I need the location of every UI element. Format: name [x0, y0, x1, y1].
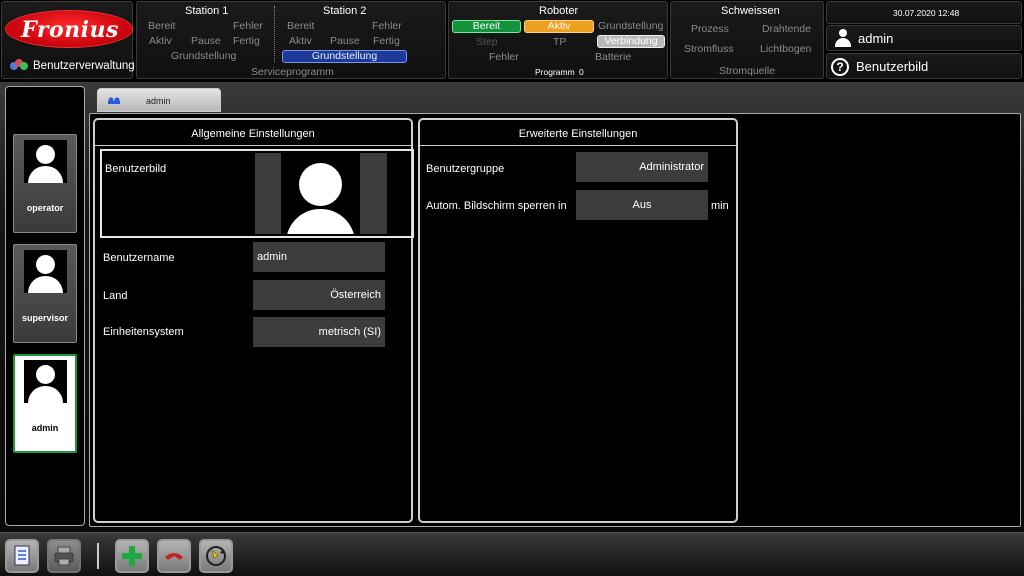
header-bar: Fronius Benutzerverwaltung Station 1 Ber…	[0, 0, 1024, 82]
current-user-button[interactable]: admin	[826, 25, 1022, 51]
user-tile-label: admin	[31, 423, 59, 433]
refresh-icon	[206, 546, 226, 566]
station1-bereit: Bereit	[148, 20, 176, 32]
printer-icon	[54, 546, 74, 566]
einheitensystem-select[interactable]: metrisch (SI)	[253, 317, 385, 347]
advanced-settings-box: Erweiterte Einstellungen Benutzergruppe …	[418, 118, 738, 523]
avatar	[24, 140, 67, 183]
auto-lock-label: Autom. Bildschirm sperren in	[426, 200, 567, 212]
station1-pause: Pause	[191, 35, 221, 47]
serviceprogramm-label: Serviceprogramm	[251, 66, 334, 78]
station2-title: Station 2	[323, 5, 367, 17]
welding-lichtbogen: Lichtbogen	[760, 43, 812, 55]
station2-grundstellung-badge: Grundstellung	[282, 50, 407, 63]
users-icon	[10, 59, 28, 73]
user-picture	[281, 153, 360, 234]
robot-aktiv-badge: Aktiv	[524, 20, 594, 33]
robot-verbindung-badge: Verbindung	[597, 35, 665, 48]
help-icon: ?	[831, 58, 849, 76]
einheitensystem-label: Einheitensystem	[103, 326, 184, 338]
welding-stromfluss: Stromfluss	[684, 43, 734, 55]
datetime-panel: 30.07.2020 12:48	[826, 1, 1022, 24]
add-user-button[interactable]	[115, 539, 149, 573]
land-label: Land	[103, 290, 128, 302]
print-button[interactable]	[47, 539, 81, 573]
robot-status-panel: Roboter Bereit Aktiv Grundstellung Step …	[448, 1, 668, 79]
divider	[420, 145, 736, 146]
benutzerbild-button-label: Benutzerbild	[856, 59, 929, 74]
robot-programm-value: 0	[579, 67, 584, 77]
benutzername-field[interactable]: admin	[253, 242, 385, 272]
toolbar-separator	[97, 543, 99, 569]
auto-lock-select[interactable]: Aus	[576, 190, 708, 220]
user-icon	[834, 29, 852, 47]
welding-stromquelle: Stromquelle	[719, 65, 776, 77]
station1-fertig: Fertig	[233, 35, 260, 47]
user-tile-admin[interactable]: admin	[13, 354, 77, 453]
station-divider	[274, 6, 275, 62]
benutzerbild-button[interactable]: ? Benutzerbild	[826, 53, 1022, 79]
user-list-sidebar: operator supervisor admin	[5, 86, 85, 526]
app-name: Benutzerverwaltung	[10, 59, 135, 73]
user-tile-operator[interactable]: operator	[13, 134, 77, 233]
robot-programm-label: Programm	[535, 67, 575, 77]
welding-title: Schweissen	[721, 5, 780, 17]
benutzergruppe-select[interactable]: Administrator	[576, 152, 708, 182]
welding-prozess: Prozess	[691, 23, 729, 35]
main-area: operator supervisor admin admin Allgemei…	[0, 82, 1024, 532]
robot-step: Step	[476, 36, 498, 48]
auto-lock-unit: min	[711, 200, 729, 212]
robot-tp: TP	[553, 36, 567, 48]
tab-label: admin	[146, 96, 171, 106]
station1-fehler: Fehler	[233, 20, 263, 32]
station2-bereit: Bereit	[287, 20, 315, 32]
user-group-icon	[108, 97, 120, 104]
robot-title: Roboter	[539, 5, 579, 17]
avatar	[24, 250, 67, 293]
avatar	[24, 360, 67, 403]
tab-admin[interactable]: admin	[97, 88, 221, 112]
refresh-button[interactable]	[199, 539, 233, 573]
advanced-settings-title: Erweiterte Einstellungen	[518, 128, 638, 140]
delete-icon	[165, 553, 183, 560]
station1-grundstellung: Grundstellung	[171, 50, 237, 62]
datetime: 30.07.2020 12:48	[893, 8, 960, 18]
add-icon	[122, 546, 142, 566]
station2-aktiv: Aktiv	[289, 35, 312, 47]
benutzername-label: Benutzername	[103, 252, 175, 264]
station1-title: Station 1	[185, 5, 229, 17]
settings-content: Allgemeine Einstellungen Benutzerbild Be…	[89, 113, 1021, 527]
welding-status-panel: Schweissen Prozess Drahtende Stromfluss …	[670, 1, 824, 79]
fronius-logo: Fronius	[5, 10, 133, 48]
welding-drahtende: Drahtende	[762, 23, 812, 35]
station1-aktiv: Aktiv	[149, 35, 172, 47]
benutzerbild-row[interactable]: Benutzerbild	[100, 149, 414, 238]
logo-panel: Fronius Benutzerverwaltung	[1, 1, 135, 79]
user-tile-supervisor[interactable]: supervisor	[13, 244, 77, 343]
station2-fehler: Fehler	[372, 20, 402, 32]
robot-bereit-badge: Bereit	[452, 20, 521, 33]
benutzergruppe-label: Benutzergruppe	[426, 163, 505, 175]
user-tile-label: operator	[26, 203, 64, 213]
station2-fertig: Fertig	[373, 35, 400, 47]
station-status-panel: Station 1 Bereit Fehler Aktiv Pause Fert…	[136, 1, 446, 79]
land-select[interactable]: Österreich	[253, 280, 385, 310]
robot-fehler: Fehler	[489, 51, 519, 63]
benutzerbild-label: Benutzerbild	[105, 163, 167, 175]
robot-batterie: Batterie	[595, 51, 632, 63]
logo-text: Fronius	[21, 17, 119, 43]
divider	[95, 145, 411, 146]
general-settings-title: Allgemeine Einstellungen	[191, 128, 315, 140]
document-icon	[14, 545, 30, 566]
station2-pause: Pause	[330, 35, 360, 47]
user-tile-label: supervisor	[21, 313, 69, 323]
delete-user-button[interactable]	[157, 539, 191, 573]
robot-grundstellung: Grundstellung	[598, 20, 664, 32]
current-user-name: admin	[858, 31, 894, 46]
app-name-label: Benutzerverwaltung	[33, 60, 135, 72]
document-button[interactable]	[5, 539, 39, 573]
user-picture-field[interactable]	[255, 153, 387, 234]
general-settings-box: Allgemeine Einstellungen Benutzerbild Be…	[93, 118, 414, 523]
bottom-toolbar	[0, 532, 1024, 576]
